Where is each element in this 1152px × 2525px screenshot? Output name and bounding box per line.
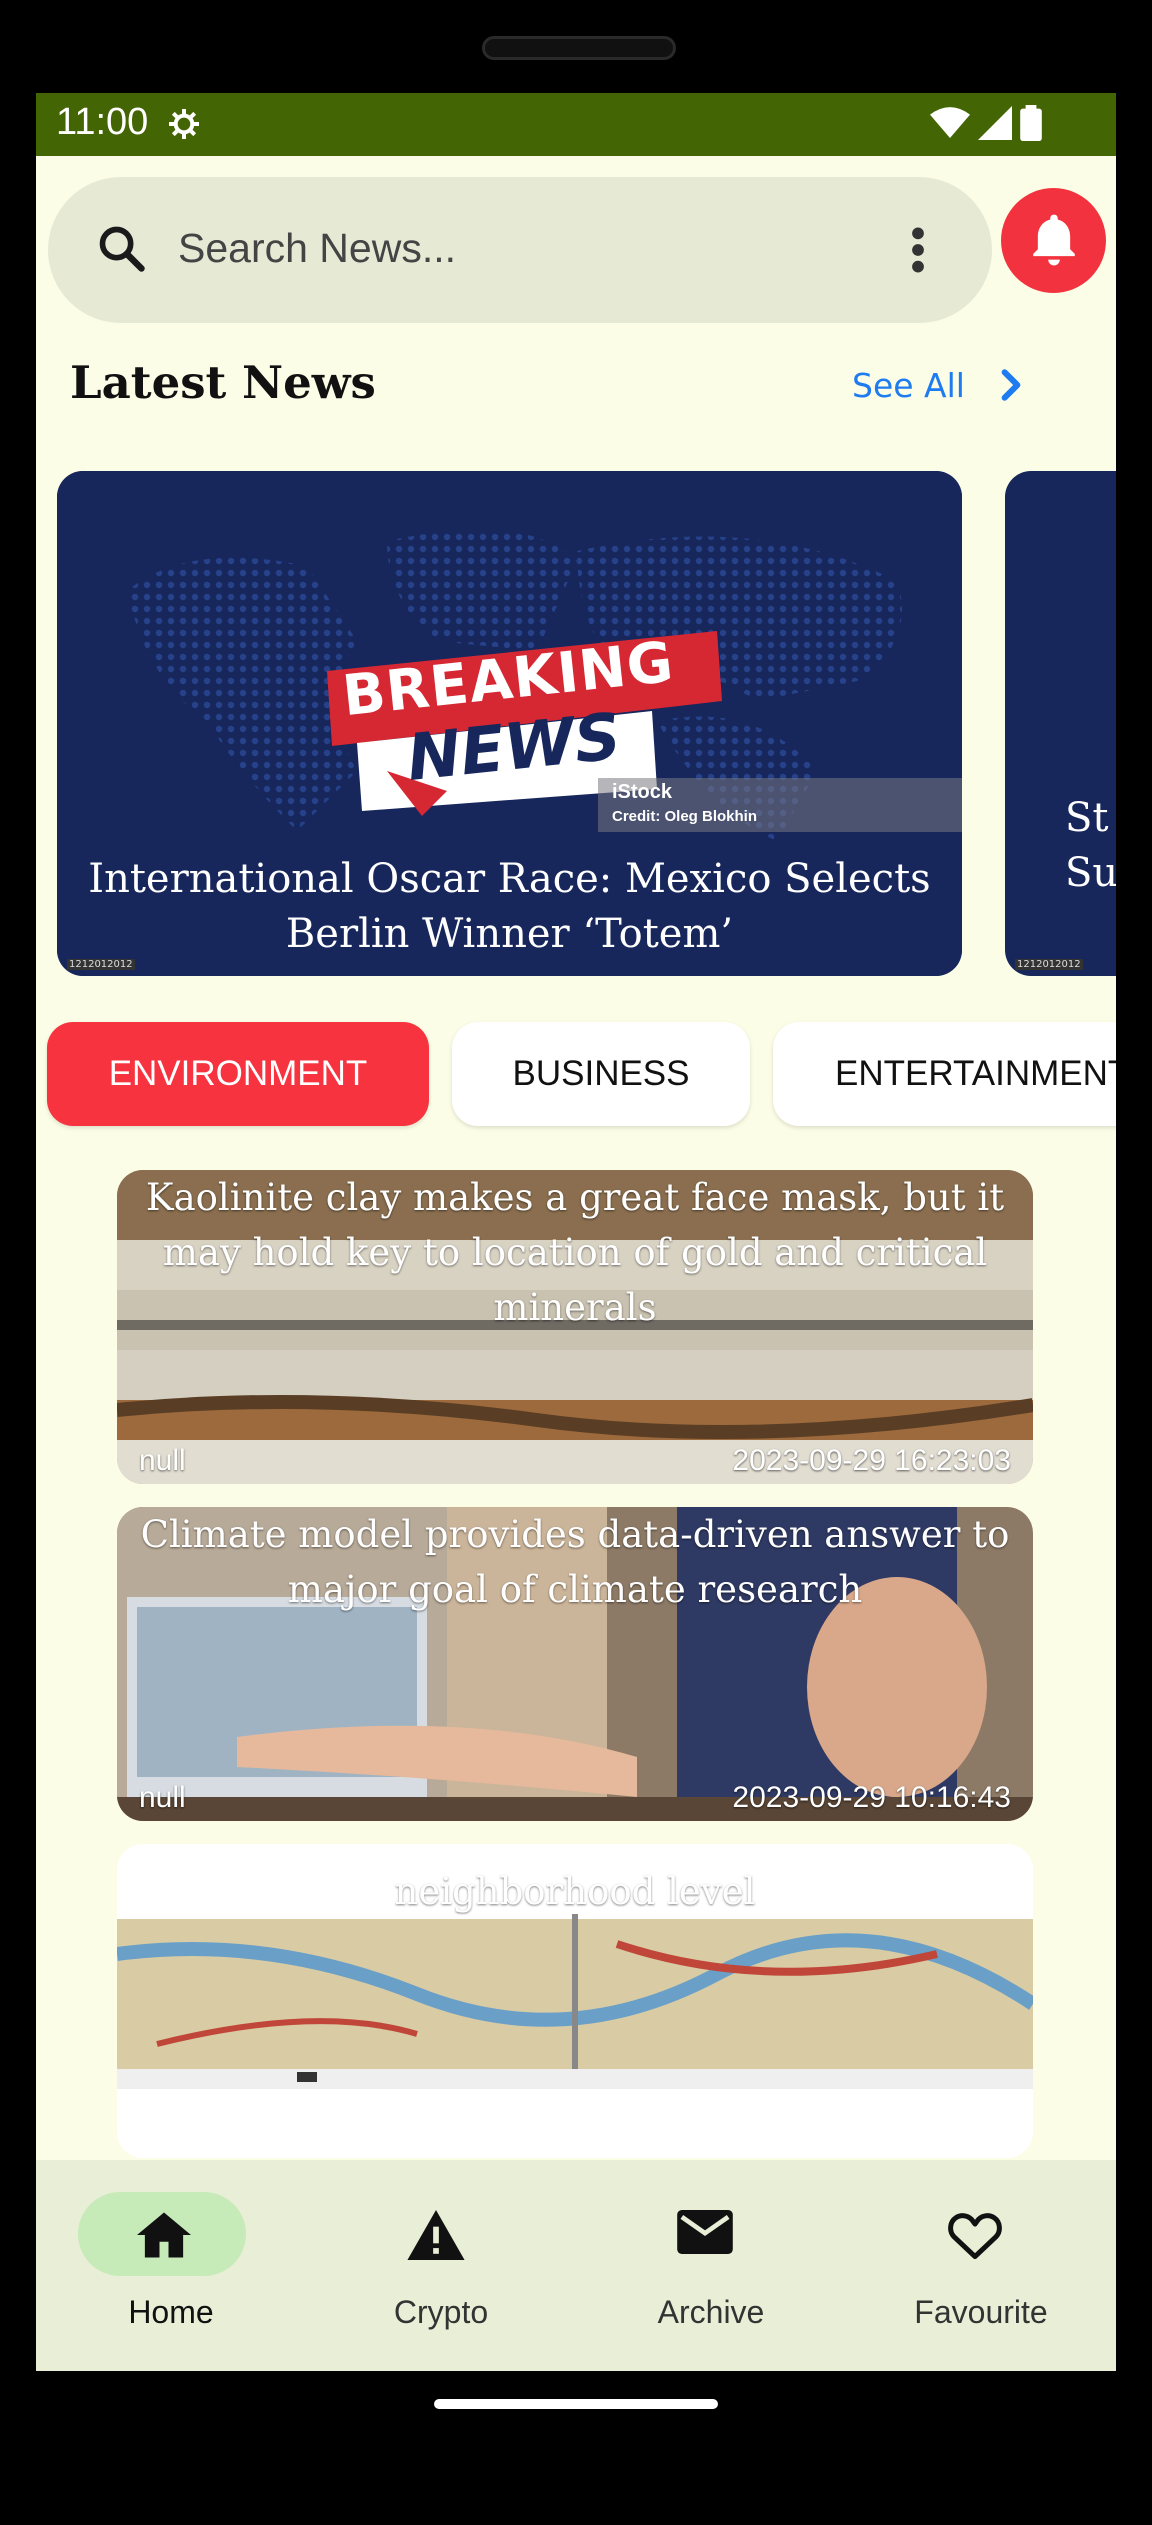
nav-label: Archive <box>657 2294 765 2330</box>
notifications-button[interactable] <box>1001 188 1106 293</box>
warning-icon <box>407 2210 465 2260</box>
hero-image-tag: 1212012012 <box>1015 959 1083 970</box>
article-date: 2023-09-29 10:16:43 <box>732 1781 1011 1814</box>
mail-icon <box>677 2210 733 2254</box>
image-credit-line: Credit: Oleg Blokhin <box>612 808 758 825</box>
image-credit-brand: iStock <box>612 781 673 803</box>
phone-frame: 11:00 Search News... Latest News See All… <box>0 0 1152 2525</box>
image-credit: iStock Credit: Oleg Blokhin <box>598 778 962 832</box>
hero-news-title: St Su <box>1065 795 1116 896</box>
wifi-icon <box>930 107 970 138</box>
earpiece <box>482 36 676 60</box>
app-screen: 11:00 Search News... Latest News See All… <box>36 93 1116 2371</box>
status-icons <box>930 105 1042 141</box>
news-list-item[interactable]: Climate model provides data-driven answe… <box>117 1507 1033 1821</box>
gesture-home-bar[interactable] <box>434 2399 718 2409</box>
bottom-navigation: Home Crypto Archive Favourite <box>36 2160 1116 2371</box>
hero-news-card[interactable]: St Su 1212012012 <box>1005 471 1116 976</box>
search-bar[interactable] <box>48 177 992 323</box>
category-chip-environment[interactable]: ENVIRONMENT <box>47 1022 429 1126</box>
hero-image-tag: 1212012012 <box>67 959 135 970</box>
nav-label: Favourite <box>914 2294 1048 2330</box>
hero-news-title: International Oscar Race: Mexico Selects… <box>88 856 931 957</box>
nav-item-crypto[interactable]: Crypto <box>306 2160 576 2371</box>
nav-item-favourite[interactable]: Favourite <box>846 2160 1116 2371</box>
category-chip-business[interactable]: BUSINESS <box>452 1022 750 1126</box>
search-input[interactable] <box>178 213 878 283</box>
nav-item-home[interactable]: Home <box>36 2160 306 2371</box>
article-date: 2023-09-29 16:23:03 <box>732 1444 1011 1477</box>
heart-icon <box>948 2213 1002 2260</box>
category-chip-entertainment[interactable]: ENTERTAINMENT <box>773 1022 1116 1126</box>
article-title: neighborhood level <box>394 1870 756 1913</box>
hero-news-card[interactable]: BREAKING NEWS iStock Credit: Oleg Blokhi… <box>57 471 962 976</box>
nav-item-archive[interactable]: Archive <box>576 2160 846 2371</box>
status-bar: 11:00 <box>36 93 1116 156</box>
signal-icon <box>978 106 1012 140</box>
bell-icon <box>1033 214 1075 266</box>
nav-label: Home <box>128 2294 214 2330</box>
gear-icon <box>169 109 199 139</box>
more-vert-icon[interactable] <box>910 227 926 273</box>
news-list-item[interactable]: neighborhood level <box>117 1844 1033 2158</box>
search-icon[interactable] <box>96 223 148 275</box>
nav-label: Crypto <box>393 2294 489 2330</box>
see-all-link[interactable]: See All <box>852 366 965 405</box>
news-list-item[interactable]: Kaolinite clay makes a great face mask, … <box>117 1170 1033 1484</box>
chevron-right-icon[interactable] <box>997 368 1025 402</box>
article-title: Climate model provides data-driven answe… <box>140 1513 1010 1611</box>
article-title: Kaolinite clay makes a great face mask, … <box>145 1176 1005 1329</box>
latest-news-heading: Latest News <box>70 356 376 409</box>
battery-icon <box>1020 105 1042 141</box>
article-source: null <box>139 1444 186 1477</box>
article-source: null <box>139 1781 186 1814</box>
status-time: 11:00 <box>56 101 149 143</box>
home-icon <box>137 2212 191 2258</box>
